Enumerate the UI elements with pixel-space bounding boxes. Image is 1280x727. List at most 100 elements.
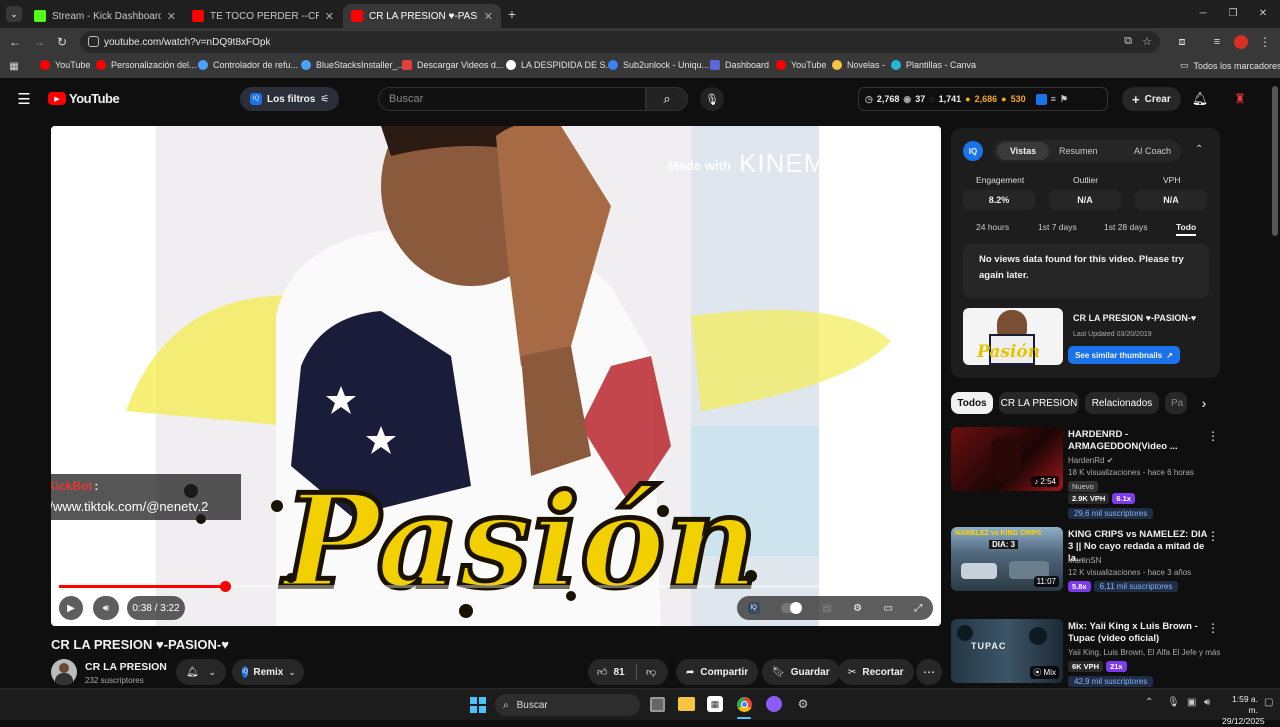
- taskbar-search[interactable]: ⌕ Buscar: [495, 694, 640, 716]
- file-explorer-icon[interactable]: [678, 697, 695, 711]
- search-input[interactable]: Buscar: [378, 87, 646, 111]
- bookmark-item[interactable]: LA DESPIDIDA DE S...: [506, 60, 613, 70]
- bookmark-item[interactable]: YouTube: [776, 60, 826, 70]
- bookmark-item[interactable]: Sub2unlock - Uniqu...: [608, 60, 709, 70]
- video-player[interactable]: Pasión Made with KINEMASTER KickBot : ht…: [51, 126, 941, 626]
- menu-kebab-icon[interactable]: ⋮: [1258, 35, 1272, 49]
- iq-player-icon[interactable]: IQ: [747, 602, 760, 614]
- channel-name[interactable]: CR LA PRESION: [85, 661, 167, 673]
- tab-cr-la-presion[interactable]: CR LA PRESION ♥-PASION-♥ ✕: [343, 4, 501, 28]
- creator-stats-bar[interactable]: ◷ 2,768 ◉ 37 ◌ 1,741 ● 2,686 ● 530 ≡ ⚑: [858, 87, 1108, 111]
- more-options-icon[interactable]: ⋮: [1207, 621, 1219, 635]
- more-options-icon[interactable]: ⋮: [1207, 529, 1219, 543]
- range-28d[interactable]: 1st 28 days: [1104, 222, 1147, 232]
- reload-icon[interactable]: ↻: [55, 35, 69, 49]
- extensions-icon[interactable]: ⧈: [1175, 35, 1189, 49]
- iq-tab-resumen[interactable]: Resumen: [1059, 146, 1098, 156]
- dislike-button[interactable]: 👎︎: [637, 666, 656, 678]
- volume-button[interactable]: 🔊︎: [93, 596, 119, 620]
- recommendation-title[interactable]: HARDENRD - ARMAGEDDON(Video ...: [1068, 429, 1208, 453]
- autoplay-toggle[interactable]: [781, 602, 803, 614]
- media-queue-icon[interactable]: ≡: [1210, 35, 1224, 49]
- chip-cr-la-presion[interactable]: CR LA PRESION: [999, 392, 1079, 414]
- iq-tab-ai-coach[interactable]: AI Coach: [1134, 146, 1171, 156]
- recommendation-item[interactable]: NAMELEZ vs KING CRIPS DIA: 3 11:07 KING …: [951, 527, 1226, 611]
- all-bookmarks-folder[interactable]: ▭ Todos los marcadores: [1180, 60, 1280, 71]
- notifications-bell-icon[interactable]: 🔔︎: [1192, 91, 1209, 107]
- chip-relacionados[interactable]: Relacionados: [1085, 392, 1159, 414]
- filters-button[interactable]: IQ Los filtros ⚟: [240, 87, 340, 111]
- app-icon[interactable]: [766, 696, 782, 712]
- save-button[interactable]: 🔖︎ Guardar: [762, 659, 840, 685]
- volume-tray-icon[interactable]: 🔊︎: [1204, 697, 1210, 708]
- microphone-tray-icon[interactable]: 🎙︎: [1167, 697, 1180, 708]
- hamburger-menu-icon[interactable]: ☰: [16, 91, 32, 108]
- minimize-icon[interactable]: ─: [1196, 6, 1210, 20]
- progress-scrubber[interactable]: [220, 581, 232, 592]
- play-button[interactable]: ▶: [59, 596, 83, 620]
- channel-avatar[interactable]: [51, 659, 77, 685]
- tab-kick-dashboard[interactable]: Stream - Kick Dashboard ✕: [26, 4, 184, 28]
- close-tab-icon[interactable]: ✕: [325, 10, 334, 23]
- iq-tab-vistas[interactable]: Vistas: [997, 142, 1049, 160]
- similar-thumbnails-button[interactable]: See similar thumbnails ↗: [1068, 346, 1180, 364]
- apps-grid-icon[interactable]: ▦: [8, 60, 20, 72]
- windows-start-icon[interactable]: [470, 697, 486, 713]
- recommendation-thumbnail[interactable]: NAMELEZ vs KING CRIPS DIA: 3 11:07: [951, 527, 1063, 591]
- share-button[interactable]: ➦ Compartir: [676, 659, 759, 685]
- tab-search-icon[interactable]: ⌄: [6, 6, 22, 22]
- remix-button[interactable]: IQ Remix ⌄: [232, 659, 304, 685]
- network-icon[interactable]: ▣: [1187, 697, 1196, 708]
- account-avatar[interactable]: ♜: [1232, 90, 1248, 108]
- close-tab-icon[interactable]: ✕: [167, 10, 176, 23]
- range-all[interactable]: Todo: [1176, 222, 1197, 236]
- bookmark-item[interactable]: BlueStacksInstaller_...: [301, 60, 405, 70]
- profile-avatar[interactable]: [1234, 35, 1248, 49]
- clock[interactable]: 1:59 a. m. 29/12/2025: [1222, 694, 1265, 727]
- settings-icon[interactable]: ⚙: [795, 696, 811, 712]
- recommendation-thumbnail[interactable]: ♪ 2:54: [951, 427, 1063, 491]
- voice-search-button[interactable]: 🎙︎: [700, 87, 724, 111]
- recommendation-thumbnail[interactable]: TUPAC ⦿ Mix: [951, 619, 1063, 683]
- task-view-icon[interactable]: [650, 697, 665, 712]
- more-actions-button[interactable]: ⋯: [916, 659, 942, 685]
- bookmark-item[interactable]: Descargar Videos d...: [402, 60, 503, 70]
- youtube-logo[interactable]: ▶ YouTube: [48, 91, 120, 106]
- recommendation-channel[interactable]: MartinSN: [1068, 556, 1101, 565]
- more-options-icon[interactable]: ⋮: [1207, 429, 1219, 443]
- address-bar[interactable]: youtube.com/watch?v=nDQ9t8xFOpk ⧉ ☆: [80, 31, 1160, 53]
- subtitles-icon[interactable]: ▤: [822, 603, 831, 614]
- bookmark-item[interactable]: Novelas -: [832, 60, 885, 70]
- theater-mode-icon[interactable]: ▭: [883, 603, 892, 614]
- forward-icon[interactable]: →: [32, 35, 46, 49]
- clip-button[interactable]: ✂ Recortar: [838, 659, 914, 685]
- settings-gear-icon[interactable]: ⚙: [853, 603, 862, 614]
- tab-te-toco-perder[interactable]: TE TOCO PERDER --CR LA PRESI ✕: [184, 4, 342, 28]
- recommendation-channel[interactable]: Yaii King, Luis Brown, El Alfa El Jefe y…: [1068, 648, 1220, 657]
- recommendation-channel[interactable]: HardenRd ✔: [1068, 456, 1113, 465]
- progress-track[interactable]: [59, 581, 933, 592]
- bookmark-item[interactable]: Controlador de refu...: [198, 60, 298, 70]
- back-icon[interactable]: ←: [8, 35, 22, 49]
- notification-center-icon[interactable]: ▢: [1264, 697, 1273, 708]
- chrome-icon[interactable]: [736, 696, 753, 713]
- chip-todos[interactable]: Todos: [951, 392, 993, 414]
- recommendation-item[interactable]: ♪ 2:54 HARDENRD - ARMAGEDDON(Video ... H…: [951, 427, 1226, 519]
- fullscreen-icon[interactable]: ⤢: [914, 603, 922, 614]
- chip-partial[interactable]: Pa: [1165, 392, 1187, 414]
- search-button[interactable]: ⌕: [646, 87, 688, 111]
- bookmark-item[interactable]: Plantillas - Canva: [891, 60, 976, 70]
- site-info-icon[interactable]: [88, 36, 99, 47]
- range-24h[interactable]: 24 hours: [976, 222, 1009, 232]
- bookmark-star-icon[interactable]: ☆: [1142, 35, 1152, 48]
- range-7d[interactable]: 1st 7 days: [1038, 222, 1077, 232]
- page-scrollbar[interactable]: [1272, 86, 1278, 236]
- install-app-icon[interactable]: ⧉: [1124, 35, 1132, 48]
- recommendation-title[interactable]: Mix: Yaii King x Luis Brown - Tupac (vid…: [1068, 621, 1208, 645]
- like-button[interactable]: 👍︎ 81: [588, 666, 636, 679]
- close-window-icon[interactable]: ✕: [1256, 6, 1270, 20]
- new-tab-icon[interactable]: +: [504, 6, 520, 22]
- chips-next-arrow-icon[interactable]: ›: [1193, 392, 1215, 414]
- close-tab-icon[interactable]: ✕: [484, 10, 493, 23]
- bookmark-item[interactable]: YouTube: [40, 60, 90, 70]
